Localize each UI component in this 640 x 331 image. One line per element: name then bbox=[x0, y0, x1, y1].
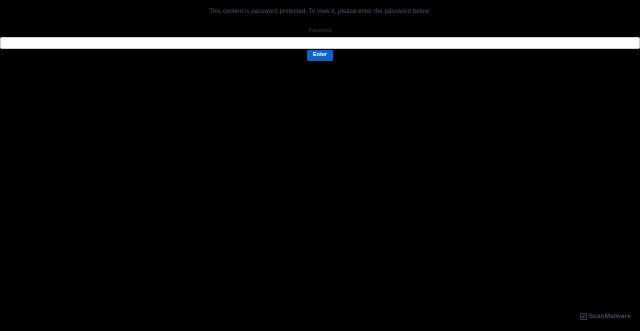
password-gate-page: This content is password protected. To v… bbox=[0, 0, 640, 331]
enter-button[interactable]: Enter bbox=[307, 50, 333, 61]
scanmalware-brand: ScanMalware bbox=[579, 313, 631, 320]
password-protected-message: This content is password protected. To v… bbox=[209, 9, 431, 15]
password-input[interactable] bbox=[0, 37, 640, 49]
password-label: Password bbox=[309, 28, 331, 34]
brand-name: ScanMalware bbox=[588, 313, 631, 320]
scanmalware-logo-icon bbox=[579, 313, 587, 320]
